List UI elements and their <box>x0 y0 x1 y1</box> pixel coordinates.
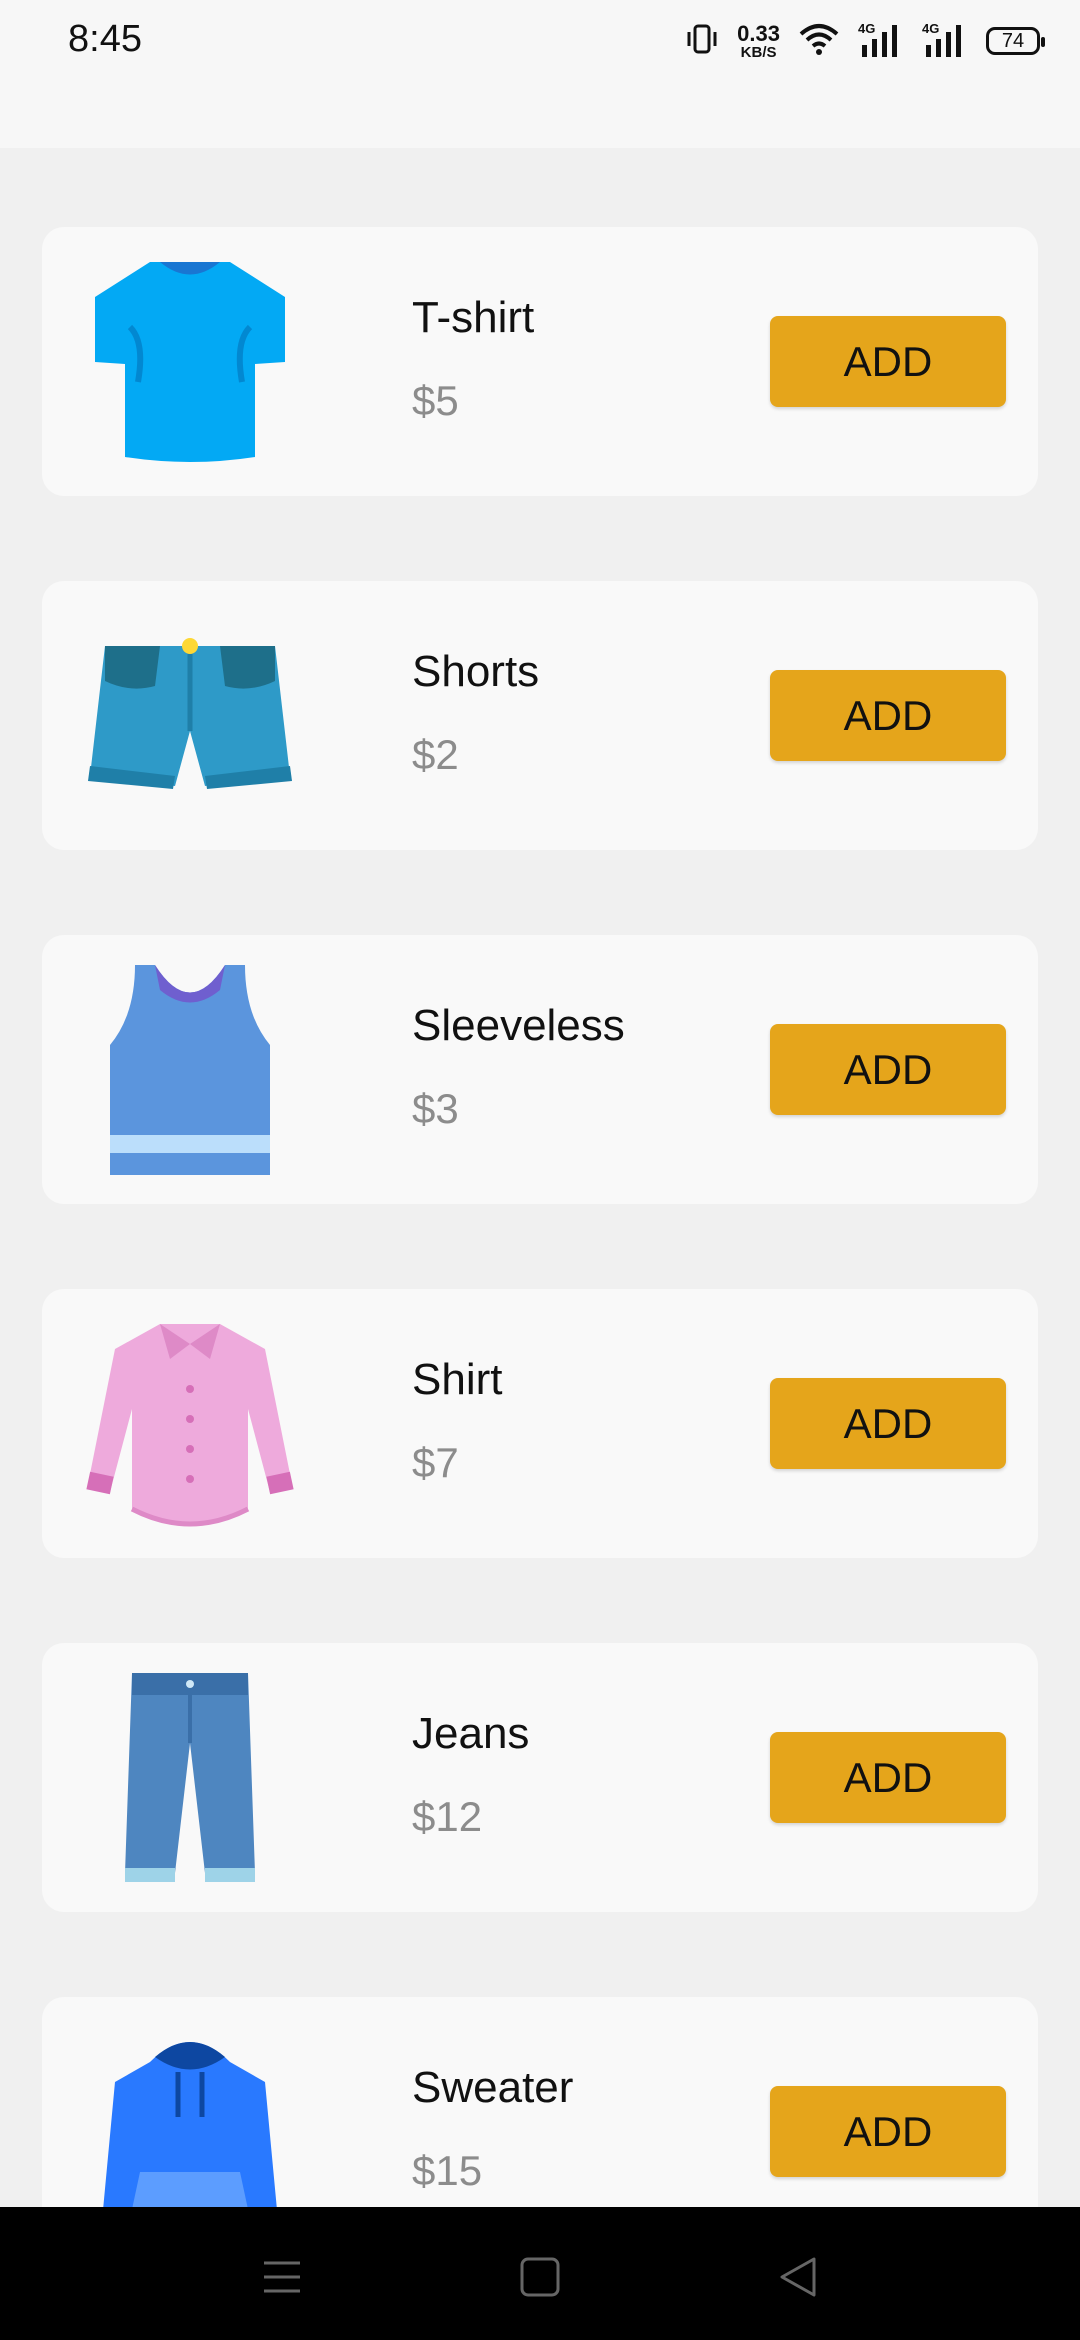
add-sweater-button[interactable]: ADD <box>770 2086 1006 2177</box>
product-price: $5 <box>412 377 459 424</box>
product-price: $2 <box>412 731 459 778</box>
battery-level: 74 <box>1001 29 1025 52</box>
product-name: Sweater <box>412 2063 574 2112</box>
product-price: $3 <box>412 1085 459 1132</box>
tshirt-icon <box>70 247 310 477</box>
signal-1-icon: 4G <box>858 21 904 61</box>
app-header <box>0 84 1080 148</box>
add-jeans-button[interactable]: ADD <box>770 1732 1006 1823</box>
product-name: Shorts <box>412 647 540 696</box>
wifi-icon <box>798 22 840 61</box>
network-speed: 0.33 KB/S <box>737 20 780 61</box>
product-card: Shirt $7 ADD <box>42 1289 1038 1558</box>
shorts-icon <box>70 601 310 831</box>
product-name: Jeans <box>412 1709 530 1758</box>
network-speed-value: 0.33 <box>737 20 780 46</box>
add-sleeveless-button[interactable]: ADD <box>770 1024 1006 1115</box>
product-price: $15 <box>412 2147 483 2194</box>
product-card: Shorts $2 ADD <box>42 581 1038 850</box>
product-price: $7 <box>412 1439 459 1486</box>
product-card: Sleeveless $3 ADD <box>42 935 1038 1204</box>
add-shorts-button[interactable]: ADD <box>770 670 1006 761</box>
product-name: Shirt <box>412 1355 503 1404</box>
signal-2-icon: 4G <box>922 21 968 61</box>
add-tshirt-button[interactable]: ADD <box>770 316 1006 407</box>
network-speed-unit: KB/S <box>740 43 777 61</box>
navigation-bar <box>0 2207 1080 2340</box>
product-card: T-shirt $5 ADD <box>42 227 1038 496</box>
menu-icon[interactable] <box>242 2237 322 2317</box>
jeans-icon <box>70 1663 310 1893</box>
home-icon[interactable] <box>500 2237 580 2317</box>
product-price: $12 <box>412 1793 483 1840</box>
status-icons: 0.33 KB/S 4G 4G 74 <box>685 16 1045 66</box>
tank-top-icon <box>70 955 310 1185</box>
product-name: T-shirt <box>412 293 535 342</box>
back-icon[interactable] <box>758 2237 838 2317</box>
status-time: 8:45 <box>68 18 142 60</box>
battery-icon: 74 <box>986 27 1045 55</box>
product-name: Sleeveless <box>412 1001 625 1050</box>
add-shirt-button[interactable]: ADD <box>770 1378 1006 1469</box>
shirt-icon <box>70 1309 310 1539</box>
vibrate-icon <box>685 22 719 61</box>
product-card: Jeans $12 ADD <box>42 1643 1038 1912</box>
status-bar: 8:45 0.33 KB/S 4G 4G 74 <box>0 0 1080 84</box>
